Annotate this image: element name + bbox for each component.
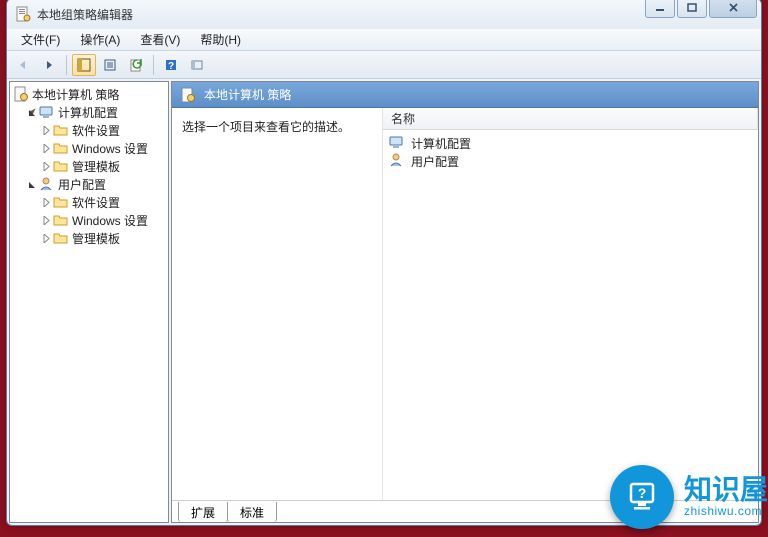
details-header: 本地计算机 策略 bbox=[172, 82, 758, 108]
app-icon bbox=[15, 6, 31, 22]
tree-admin-templates[interactable]: 管理模板 bbox=[12, 229, 166, 247]
expander-icon[interactable] bbox=[26, 108, 38, 117]
expander-icon[interactable] bbox=[40, 234, 52, 243]
tree-item-label: 用户配置 bbox=[58, 176, 106, 193]
toolbar: ? bbox=[7, 51, 761, 79]
tree-item-label: 管理模板 bbox=[72, 230, 120, 247]
folder-icon bbox=[53, 212, 69, 228]
expander-icon[interactable] bbox=[26, 180, 38, 189]
list-item-user-config[interactable]: 用户配置 bbox=[383, 152, 758, 170]
details-content: 选择一个项目来查看它的描述。 名称 计算机配置 用户配置 bbox=[172, 108, 758, 500]
list-header[interactable]: 名称 bbox=[383, 108, 758, 130]
tree-software-settings[interactable]: 软件设置 bbox=[12, 121, 166, 139]
tree-computer-config[interactable]: 计算机配置 bbox=[12, 103, 166, 121]
tree-item-label: Windows 设置 bbox=[72, 140, 148, 157]
menu-bar: 文件(F) 操作(A) 查看(V) 帮助(H) bbox=[7, 29, 761, 51]
window-title: 本地组策略编辑器 bbox=[37, 6, 133, 23]
watermark-cn: 知识屋 bbox=[684, 476, 768, 504]
minimize-button[interactable] bbox=[645, 0, 675, 18]
menu-view[interactable]: 查看(V) bbox=[130, 29, 190, 50]
details-header-title: 本地计算机 策略 bbox=[204, 86, 291, 103]
expander-icon[interactable] bbox=[40, 162, 52, 171]
refresh-button[interactable] bbox=[124, 54, 148, 76]
back-button[interactable] bbox=[11, 54, 35, 76]
menu-action[interactable]: 操作(A) bbox=[70, 29, 130, 50]
tab-extended[interactable]: 扩展 bbox=[178, 502, 228, 522]
folder-icon bbox=[53, 158, 69, 174]
list-item-label: 计算机配置 bbox=[411, 135, 471, 152]
tree-item-label: 软件设置 bbox=[72, 194, 120, 211]
watermark-en: zhishiwu.com bbox=[684, 504, 768, 518]
policy-icon bbox=[13, 86, 29, 102]
details-pane: 本地计算机 策略 选择一个项目来查看它的描述。 名称 计算机配置 bbox=[171, 81, 759, 523]
toolbar-separator bbox=[153, 55, 154, 75]
watermark-text: 知识屋 zhishiwu.com bbox=[684, 476, 768, 518]
tree-item-label: 计算机配置 bbox=[58, 104, 118, 121]
main-window: 本地组策略编辑器 文件(F) 操作(A) 查看(V) 帮助(H) ? 本地计算机… bbox=[6, 0, 762, 526]
tree-windows-settings[interactable]: Windows 设置 bbox=[12, 139, 166, 157]
filter-button[interactable] bbox=[185, 54, 209, 76]
watermark: ? 知识屋 zhishiwu.com bbox=[610, 465, 768, 529]
folder-icon bbox=[53, 140, 69, 156]
list-item-computer-config[interactable]: 计算机配置 bbox=[383, 134, 758, 152]
description-text: 选择一个项目来查看它的描述。 bbox=[182, 120, 350, 134]
expander-icon[interactable] bbox=[40, 144, 52, 153]
nav-tree: 本地计算机 策略 计算机配置 软件设置 Windows 设置 bbox=[10, 82, 168, 250]
expander-icon[interactable] bbox=[40, 216, 52, 225]
svg-text:?: ? bbox=[168, 61, 174, 72]
tree-admin-templates[interactable]: 管理模板 bbox=[12, 157, 166, 175]
tree-pane[interactable]: 本地计算机 策略 计算机配置 软件设置 Windows 设置 bbox=[9, 81, 169, 523]
folder-icon bbox=[53, 194, 69, 210]
toolbar-separator bbox=[66, 55, 67, 75]
tree-windows-settings[interactable]: Windows 设置 bbox=[12, 211, 166, 229]
list-item-label: 用户配置 bbox=[411, 153, 459, 170]
computer-icon bbox=[39, 104, 55, 120]
tree-item-label: 软件设置 bbox=[72, 122, 120, 139]
show-tree-button[interactable] bbox=[72, 54, 96, 76]
column-name[interactable]: 名称 bbox=[383, 108, 758, 129]
tree-root-label: 本地计算机 策略 bbox=[32, 86, 119, 103]
export-list-button[interactable] bbox=[98, 54, 122, 76]
user-icon bbox=[389, 152, 405, 171]
user-icon bbox=[39, 176, 55, 192]
expander-icon[interactable] bbox=[40, 126, 52, 135]
menu-help[interactable]: 帮助(H) bbox=[190, 29, 251, 50]
folder-icon bbox=[53, 230, 69, 246]
close-button[interactable] bbox=[709, 0, 757, 18]
tree-item-label: Windows 设置 bbox=[72, 212, 148, 229]
tree-software-settings[interactable]: 软件设置 bbox=[12, 193, 166, 211]
content-body: 本地计算机 策略 计算机配置 软件设置 Windows 设置 bbox=[7, 79, 761, 525]
computer-icon bbox=[389, 134, 405, 153]
tab-standard[interactable]: 标准 bbox=[227, 502, 277, 522]
description-column: 选择一个项目来查看它的描述。 bbox=[172, 108, 382, 500]
svg-text:?: ? bbox=[638, 485, 647, 501]
maximize-button[interactable] bbox=[677, 0, 707, 18]
tree-user-config[interactable]: 用户配置 bbox=[12, 175, 166, 193]
window-controls bbox=[643, 0, 757, 18]
expander-icon[interactable] bbox=[40, 198, 52, 207]
list-rows: 计算机配置 用户配置 bbox=[383, 130, 758, 174]
title-bar[interactable]: 本地组策略编辑器 bbox=[7, 0, 761, 29]
tree-root[interactable]: 本地计算机 策略 bbox=[12, 85, 166, 103]
menu-file[interactable]: 文件(F) bbox=[11, 29, 70, 50]
forward-button[interactable] bbox=[37, 54, 61, 76]
list-column: 名称 计算机配置 用户配置 bbox=[382, 108, 758, 500]
help-button[interactable]: ? bbox=[159, 54, 183, 76]
policy-icon bbox=[180, 87, 196, 103]
folder-icon bbox=[53, 122, 69, 138]
watermark-logo-icon: ? bbox=[610, 465, 674, 529]
tree-item-label: 管理模板 bbox=[72, 158, 120, 175]
